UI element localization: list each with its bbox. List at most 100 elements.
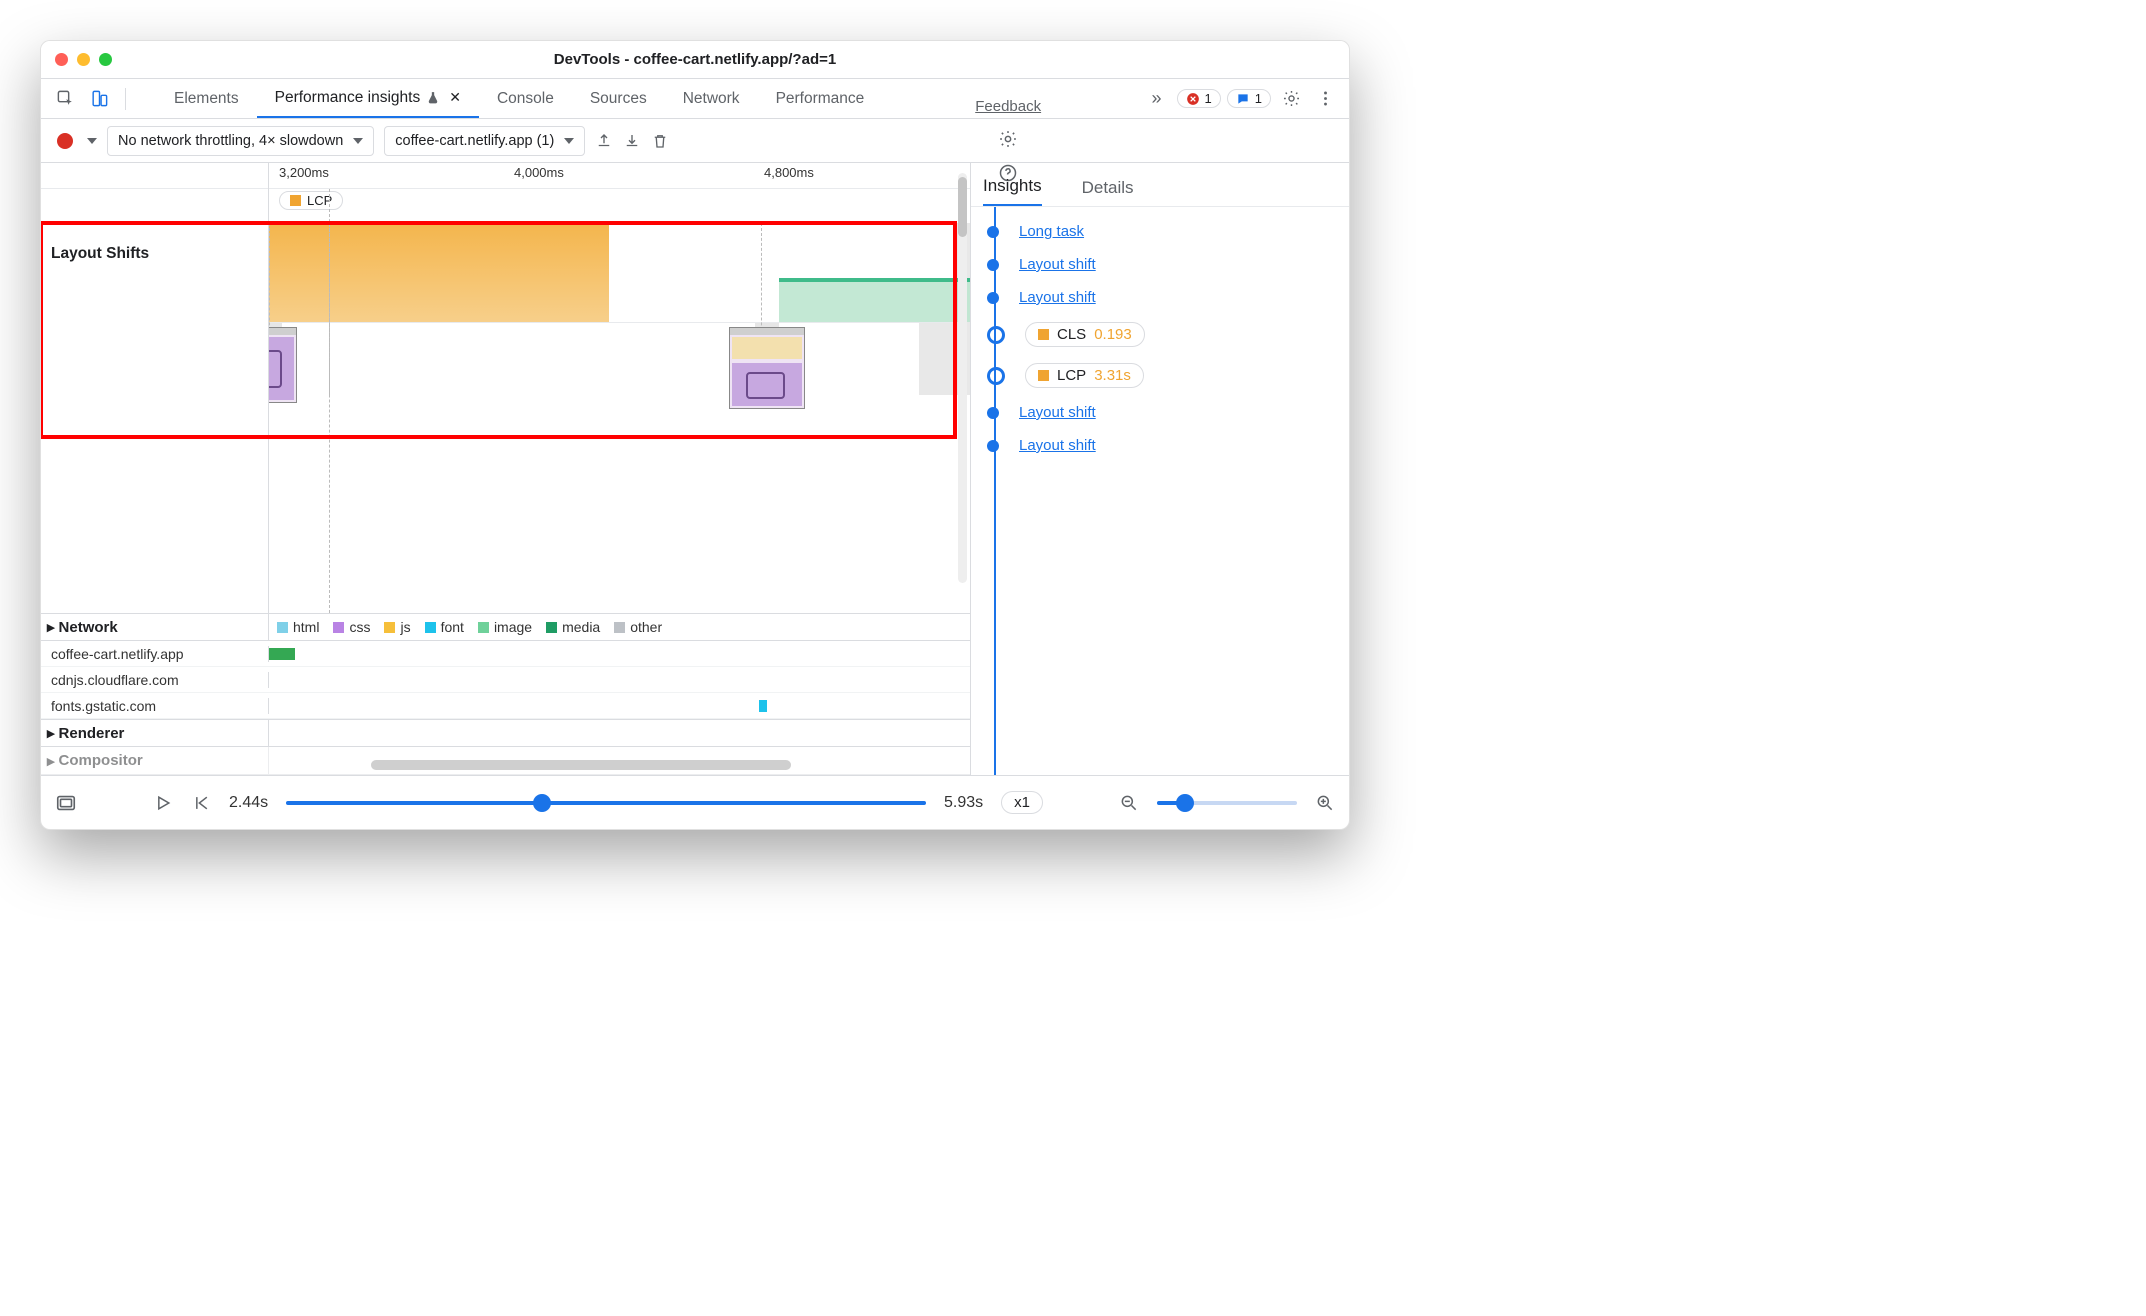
tab-label: Elements [174, 90, 239, 108]
zoom-slider[interactable] [1157, 801, 1297, 805]
window-title: DevTools - coffee-cart.netlify.app/?ad=1 [41, 51, 1349, 68]
insight-link[interactable]: Layout shift [1019, 289, 1096, 306]
legend-label: html [293, 619, 319, 635]
insight-link[interactable]: Long task [1019, 223, 1084, 240]
inspect-element-icon[interactable] [51, 85, 79, 113]
zoom-in-icon[interactable] [1315, 793, 1335, 813]
chevron-down-icon [353, 138, 363, 144]
tick: 4,000ms [514, 165, 564, 180]
metric-value: 3.31s [1094, 367, 1131, 384]
playback-speed[interactable]: x1 [1001, 791, 1043, 814]
delete-icon[interactable] [651, 132, 669, 150]
layout-shift-thumbnail[interactable] [269, 327, 297, 403]
play-icon[interactable] [153, 793, 173, 813]
device-toolbar-icon[interactable] [85, 85, 113, 113]
host-label: cdnjs.cloudflare.com [41, 672, 269, 688]
time-start: 2.44s [229, 794, 268, 812]
divider [125, 88, 126, 110]
footer-toolbar: 2.44s 5.93s x1 [41, 775, 1349, 829]
screenshot-toggle-icon[interactable] [55, 792, 77, 814]
layout-shifts-label: Layout Shifts [41, 183, 268, 263]
network-row[interactable]: coffee-cart.netlify.app [41, 641, 970, 667]
tab-details[interactable]: Details [1082, 178, 1134, 206]
tab-elements[interactable]: Elements [156, 79, 257, 118]
track-gutter: Layout Shifts [41, 163, 269, 613]
tracks-canvas[interactable]: 3,200ms 4,000ms 4,800ms LCP [269, 163, 970, 613]
tab-label: Performance insights [275, 89, 421, 107]
host-label: fonts.gstatic.com [41, 698, 269, 714]
metric-color-icon [1038, 370, 1049, 381]
metric-name: LCP [1057, 367, 1086, 384]
throttling-select[interactable]: No network throttling, 4× slowdown [107, 126, 374, 156]
throttling-label: No network throttling, 4× slowdown [118, 133, 343, 149]
record-menu-chevron[interactable] [87, 138, 97, 144]
timeline-rail [994, 207, 996, 775]
tab-label: Details [1082, 178, 1134, 197]
tab-performance-insights[interactable]: Performance insights ✕ [257, 79, 479, 118]
time-cursor [329, 189, 330, 613]
tab-label: Console [497, 90, 554, 108]
insight-link[interactable]: Layout shift [1019, 404, 1096, 421]
insights-panel: Insights Details Long task Layout shift … [971, 163, 1349, 775]
network-legend: html css js font image media other [269, 613, 970, 641]
cls-graph [269, 223, 956, 323]
record-button[interactable] [53, 133, 77, 149]
time-end: 5.93s [944, 794, 983, 812]
tick: 4,800ms [764, 165, 814, 180]
close-icon[interactable]: ✕ [449, 89, 461, 106]
tick: 3,200ms [279, 165, 329, 180]
legend-label: media [562, 619, 600, 635]
network-row[interactable]: fonts.gstatic.com [41, 693, 970, 719]
insight-link[interactable]: Layout shift [1019, 437, 1096, 454]
layout-shifts-track [269, 223, 970, 395]
lcp-color-icon [290, 195, 301, 206]
chevron-down-icon [564, 138, 574, 144]
metric-value: 0.193 [1094, 326, 1132, 343]
tab-console[interactable]: Console [479, 79, 572, 118]
rewind-icon[interactable] [191, 793, 211, 813]
lcp-marker-chip[interactable]: LCP [279, 191, 343, 210]
disclosure-triangle-icon[interactable]: ▸ [47, 724, 55, 742]
insight-link[interactable]: Layout shift [1019, 256, 1096, 273]
lcp-pill[interactable]: LCP 3.31s [1025, 363, 1144, 388]
metric-name: CLS [1057, 326, 1086, 343]
section-title: Compositor [59, 752, 143, 769]
titlebar: DevTools - coffee-cart.netlify.app/?ad=1 [41, 41, 1349, 79]
network-row[interactable]: cdnjs.cloudflare.com [41, 667, 970, 693]
disclosure-triangle-icon[interactable]: ▸ [47, 618, 55, 636]
cls-plateau [779, 278, 970, 282]
time-range-slider[interactable] [286, 801, 926, 805]
insights-list: Long task Layout shift Layout shift CLS … [971, 207, 1349, 775]
export-icon[interactable] [595, 132, 613, 150]
import-icon[interactable] [623, 132, 641, 150]
flask-icon [426, 91, 440, 105]
cls-plateau [269, 222, 609, 322]
panel-settings-icon[interactable] [998, 129, 1018, 149]
feedback-link[interactable]: Feedback [975, 98, 1041, 115]
layout-shift-thumbnail[interactable] [729, 327, 805, 409]
host-label: coffee-cart.netlify.app [41, 646, 269, 662]
recording-label: coffee-cart.netlify.app (1) [395, 133, 554, 149]
tab-label: Insights [983, 176, 1042, 195]
zoom-out-icon[interactable] [1119, 793, 1139, 813]
slider-knob[interactable] [533, 794, 551, 812]
legend-label: js [400, 619, 410, 635]
time-ruler: 3,200ms 4,000ms 4,800ms [269, 163, 970, 189]
legend-label: font [441, 619, 464, 635]
devtools-window: DevTools - coffee-cart.netlify.app/?ad=1… [40, 40, 1350, 830]
tab-insights[interactable]: Insights [983, 176, 1042, 206]
record-icon [57, 133, 73, 149]
cls-pill[interactable]: CLS 0.193 [1025, 322, 1145, 347]
vertical-scrollbar[interactable] [958, 173, 967, 583]
legend-label: other [630, 619, 662, 635]
slider-knob[interactable] [1176, 794, 1194, 812]
metric-color-icon [1038, 329, 1049, 340]
recording-select[interactable]: coffee-cart.netlify.app (1) [384, 126, 585, 156]
insights-toolbar: No network throttling, 4× slowdown coffe… [41, 119, 1349, 163]
network-header-row: ▸ Network html css js font image media o… [41, 613, 970, 641]
disclosure-triangle-icon[interactable]: ▸ [47, 752, 55, 770]
section-title: Renderer [59, 725, 125, 742]
tab-sources[interactable]: Sources [572, 79, 665, 118]
legend-label: css [349, 619, 370, 635]
horizontal-scrollbar[interactable] [271, 755, 948, 771]
